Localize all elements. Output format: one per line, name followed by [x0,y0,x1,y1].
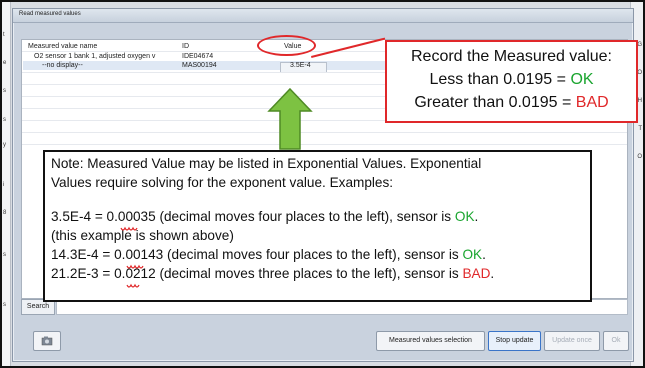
callout-heading: Record the Measured value: [411,48,612,65]
left-edge-label: s [3,252,6,258]
record-value-callout: Record the Measured value: Less than 0.0… [385,40,638,123]
callout-ok-text: Less than 0.0195 = [429,71,571,88]
green-up-arrow-icon [267,87,313,150]
right-edge-label: O [637,154,642,160]
row-divider [22,132,627,133]
row-id-cell: IDE04674 [182,53,214,60]
row-name-cell: O2 sensor 1 bank 1, adjusted oxygen v [34,53,156,60]
right-edge-label: G [637,42,642,48]
dialog-title: Read measured values [19,11,81,17]
screenshot-frame: t e s s y i 8 s s G O H T O Read measure… [0,0,645,368]
left-background-strip: t e s s y i 8 s s [2,2,11,366]
camera-icon [41,336,53,346]
right-edge-label: O [637,70,642,76]
left-edge-label: s [3,302,6,308]
left-edge-label: y [3,142,6,148]
stop-update-button[interactable]: Stop update [488,331,541,351]
dialog-title-bar[interactable]: Read measured values [13,9,633,23]
red-squiggle-underlines [120,226,144,288]
row-value-cell: 3.5E-4 [290,62,311,69]
left-edge-label: s [3,88,6,94]
column-header-id[interactable]: ID [182,43,189,50]
value-highlight-ellipse [257,35,316,56]
callout-bad-text: Greater than 0.0195 = [414,94,576,111]
camera-button[interactable] [33,331,61,351]
row-id-cell: MAS00194 [182,62,217,69]
row-name-cell: --no display-- [42,62,83,69]
left-edge-label: e [3,60,7,66]
measured-values-selection-button[interactable]: Measured values selection [376,331,485,351]
left-edge-label: i [3,182,5,188]
right-edge-label: H [637,98,642,104]
left-edge-label: s [3,117,6,123]
ok-status-label: OK [570,71,594,88]
right-edge-label: T [638,126,642,132]
column-header-name[interactable]: Measured value name [28,43,97,50]
left-edge-label: t [3,32,5,38]
left-edge-label: 8 [3,210,7,216]
update-once-button[interactable]: Update once [544,331,600,351]
callout-bad-line: Greater than 0.0195 = BAD [387,94,636,112]
exponential-values-note: Note: Measured Value may be listed in Ex… [43,150,592,302]
bad-status-label: BAD [575,94,609,111]
row-divider [22,144,627,145]
ok-button[interactable]: Ok [603,331,629,351]
callout-ok-line: Less than 0.0195 = OK [387,71,636,89]
